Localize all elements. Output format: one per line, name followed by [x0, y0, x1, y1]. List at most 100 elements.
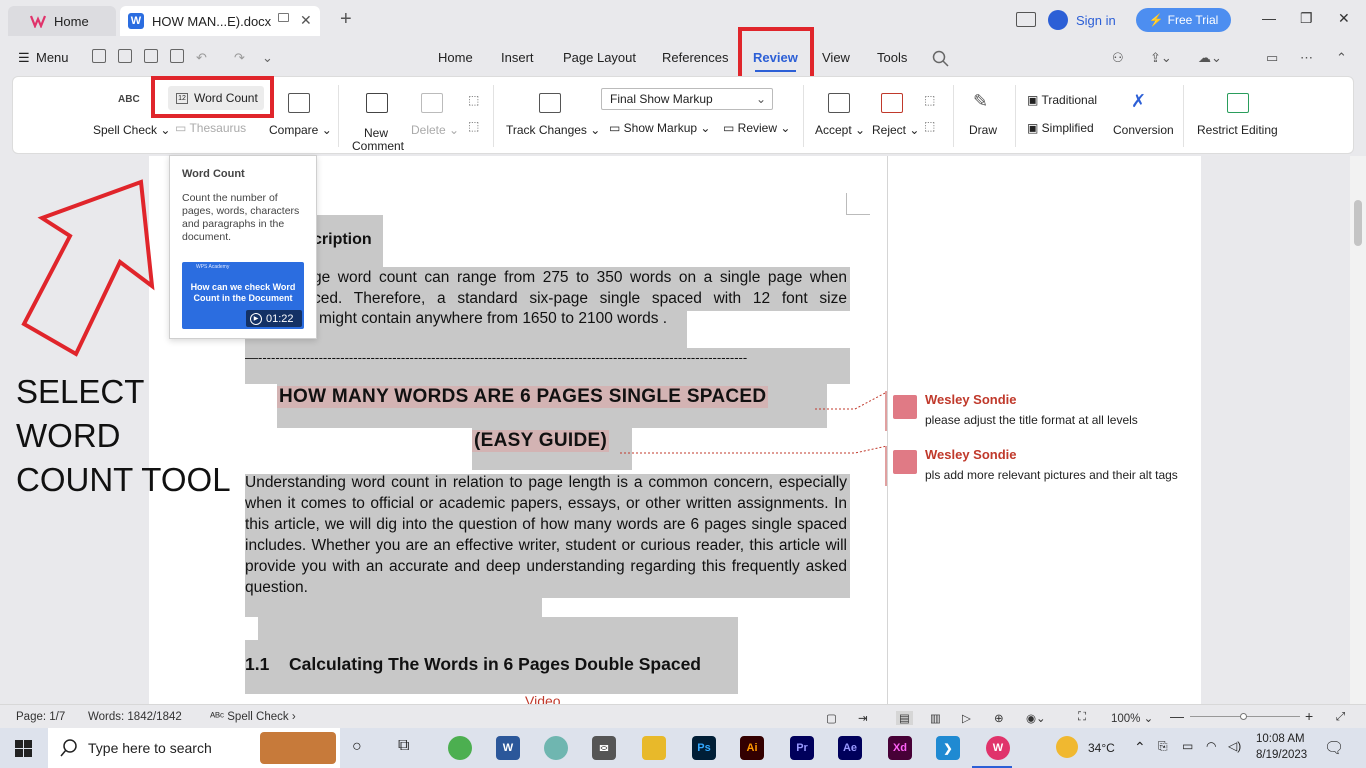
mail-icon[interactable]: ✉ [592, 736, 616, 760]
close-tab-icon[interactable]: ✕ [300, 12, 312, 29]
zoom-slider-handle[interactable] [1240, 713, 1247, 720]
globe-icon[interactable]: ⊕ [994, 711, 1004, 725]
photoshop-icon[interactable]: Ps [692, 736, 716, 760]
thesaurus-button[interactable]: ▭ Thesaurus [175, 121, 246, 135]
redo-icon[interactable]: ↷ [234, 50, 245, 66]
profile-app-icon[interactable] [544, 736, 568, 760]
battery-icon[interactable]: ▭ [1182, 739, 1193, 753]
notifications-icon[interactable]: 🗨 [1324, 738, 1344, 758]
customize-icon[interactable]: ⌄ [262, 50, 273, 66]
premiere-icon[interactable]: Pr [790, 736, 814, 760]
restore-icon[interactable]: ❐ [1300, 10, 1313, 27]
conversion-button[interactable]: Conversion [1113, 123, 1174, 137]
previous-comment-icon[interactable]: ⬚ [468, 93, 479, 107]
window-icon[interactable] [278, 13, 289, 22]
tab-page-layout[interactable]: Page Layout [563, 50, 636, 65]
markup-mode-dropdown[interactable]: Final Show Markup ⌄ [601, 88, 773, 110]
after-effects-icon[interactable]: Ae [838, 736, 862, 760]
tab-tools[interactable]: Tools [877, 50, 907, 65]
tutorial-video-thumbnail[interactable]: WPS Academy How can we check Word Count … [182, 262, 304, 329]
chrome-icon[interactable] [448, 736, 472, 760]
clock-date[interactable]: 8/19/2023 [1256, 749, 1307, 761]
word-icon[interactable]: W [496, 736, 520, 760]
share-icon[interactable]: ⇪⌄ [1150, 50, 1172, 66]
clock-time[interactable]: 10:08 AM [1256, 733, 1305, 745]
file-explorer-icon[interactable] [642, 736, 666, 760]
wps-office-icon[interactable]: W [986, 736, 1010, 760]
vscode-icon[interactable]: ❯ [936, 736, 960, 760]
taskbar-search-input[interactable]: Type here to search [48, 728, 340, 768]
cloud-sync-icon[interactable]: ☁⌄ [1198, 50, 1222, 66]
illustrator-icon[interactable]: Ai [740, 736, 764, 760]
web-layout-icon[interactable]: ▥ [930, 711, 941, 725]
previous-change-icon[interactable]: ⬚ [924, 93, 935, 107]
wifi-icon[interactable]: ◠ [1206, 739, 1216, 753]
page-margin-mark [846, 193, 870, 215]
fit-page-icon[interactable]: ⛶ [1078, 711, 1086, 724]
reject-button[interactable]: Reject ⌄ [872, 123, 919, 137]
open-folder-icon[interactable] [92, 49, 106, 63]
menu-button[interactable]: Menu [36, 50, 69, 65]
delete-button[interactable]: Delete ⌄ [411, 123, 459, 137]
compare-button[interactable]: Compare ⌄ [269, 123, 332, 137]
task-view-icon[interactable]: ⧉ [398, 737, 409, 755]
free-trial-button[interactable]: ⚡ Free Trial [1136, 8, 1231, 32]
cortana-icon[interactable]: ○ [352, 738, 362, 756]
volume-icon[interactable]: ◁) [1228, 739, 1241, 753]
eye-protection-icon[interactable]: ◉⌄ [1026, 711, 1046, 725]
tab-home[interactable]: Home [8, 6, 116, 36]
next-change-icon[interactable]: ⬚ [924, 119, 935, 133]
hamburger-icon[interactable]: ☰ [18, 50, 30, 66]
next-comment-icon[interactable]: ⬚ [468, 119, 479, 133]
new-comment-button[interactable]: New [364, 126, 388, 140]
vertical-scrollbar[interactable] [1350, 156, 1366, 704]
xd-icon[interactable]: Xd [888, 736, 912, 760]
comment-panel-icon[interactable]: ▭ [1266, 50, 1278, 66]
close-window-icon[interactable]: ✕ [1338, 10, 1350, 27]
save-icon[interactable] [118, 49, 132, 63]
spell-check-button[interactable]: Spell Check ⌄ [93, 123, 170, 137]
zoom-in-icon[interactable]: + [1305, 708, 1313, 724]
track-changes-button[interactable]: Track Changes ⌄ [506, 123, 600, 137]
scrollbar-thumb[interactable] [1354, 200, 1362, 246]
tray-app-icon[interactable]: ⎘ [1158, 739, 1168, 754]
simplified-label: Simplified [1041, 121, 1094, 135]
new-tab-icon[interactable]: + [340, 8, 352, 31]
fullscreen-icon[interactable]: ⤢ [1336, 711, 1345, 724]
weather-icon[interactable] [1056, 736, 1078, 758]
windows-start-icon[interactable] [15, 740, 32, 757]
show-hidden-icons-icon[interactable]: ⌃ [1134, 739, 1146, 756]
zoom-level[interactable]: 100% ⌄ [1111, 711, 1153, 725]
search-icon[interactable] [932, 50, 950, 68]
page-view-icon[interactable]: ▤ [896, 711, 913, 725]
collapse-ribbon-icon[interactable]: ⌃ [1336, 50, 1347, 66]
layout-icon[interactable] [1016, 12, 1036, 27]
tab-insert[interactable]: Insert [501, 50, 534, 65]
tab-references[interactable]: References [662, 50, 728, 65]
status-spell-check[interactable]: ᴬᴮᶜ Spell Check › [210, 711, 296, 723]
draw-button[interactable]: Draw [969, 123, 997, 137]
export-icon[interactable] [144, 49, 158, 63]
review-pane-button[interactable]: ▭ Review ⌄ [723, 121, 790, 135]
sign-in-button[interactable]: Sign in [1048, 10, 1116, 30]
word-count-indicator[interactable]: Words: 1842/1842 [88, 711, 182, 723]
simplified-button[interactable]: ▣ Simplified [1027, 121, 1094, 135]
share-user-icon[interactable]: ⚇ [1112, 50, 1124, 66]
undo-icon[interactable]: ↶ [196, 50, 207, 66]
outline-icon[interactable]: ⇥ [858, 711, 868, 725]
page-indicator[interactable]: Page: 1/7 [16, 711, 65, 723]
play-slideshow-icon[interactable]: ▷ [962, 711, 971, 725]
restrict-editing-button[interactable]: Restrict Editing [1197, 123, 1278, 137]
more-options-icon[interactable]: ⋯ [1300, 50, 1313, 66]
traditional-button[interactable]: ▣ Traditional [1027, 93, 1097, 107]
tab-home-ribbon[interactable]: Home [438, 50, 473, 65]
tab-view[interactable]: View [822, 50, 850, 65]
minimize-icon[interactable]: — [1262, 10, 1276, 26]
print-icon[interactable] [170, 49, 184, 63]
zoom-out-icon[interactable]: — [1170, 708, 1184, 724]
tab-document[interactable]: W HOW MAN...E).docx ✕ [120, 6, 320, 36]
temperature[interactable]: 34°C [1088, 741, 1115, 755]
accept-button[interactable]: Accept ⌄ [815, 123, 865, 137]
show-markup-button[interactable]: ▭ Show Markup ⌄ [609, 121, 710, 135]
reading-mode-icon[interactable]: ▢ [826, 711, 837, 725]
